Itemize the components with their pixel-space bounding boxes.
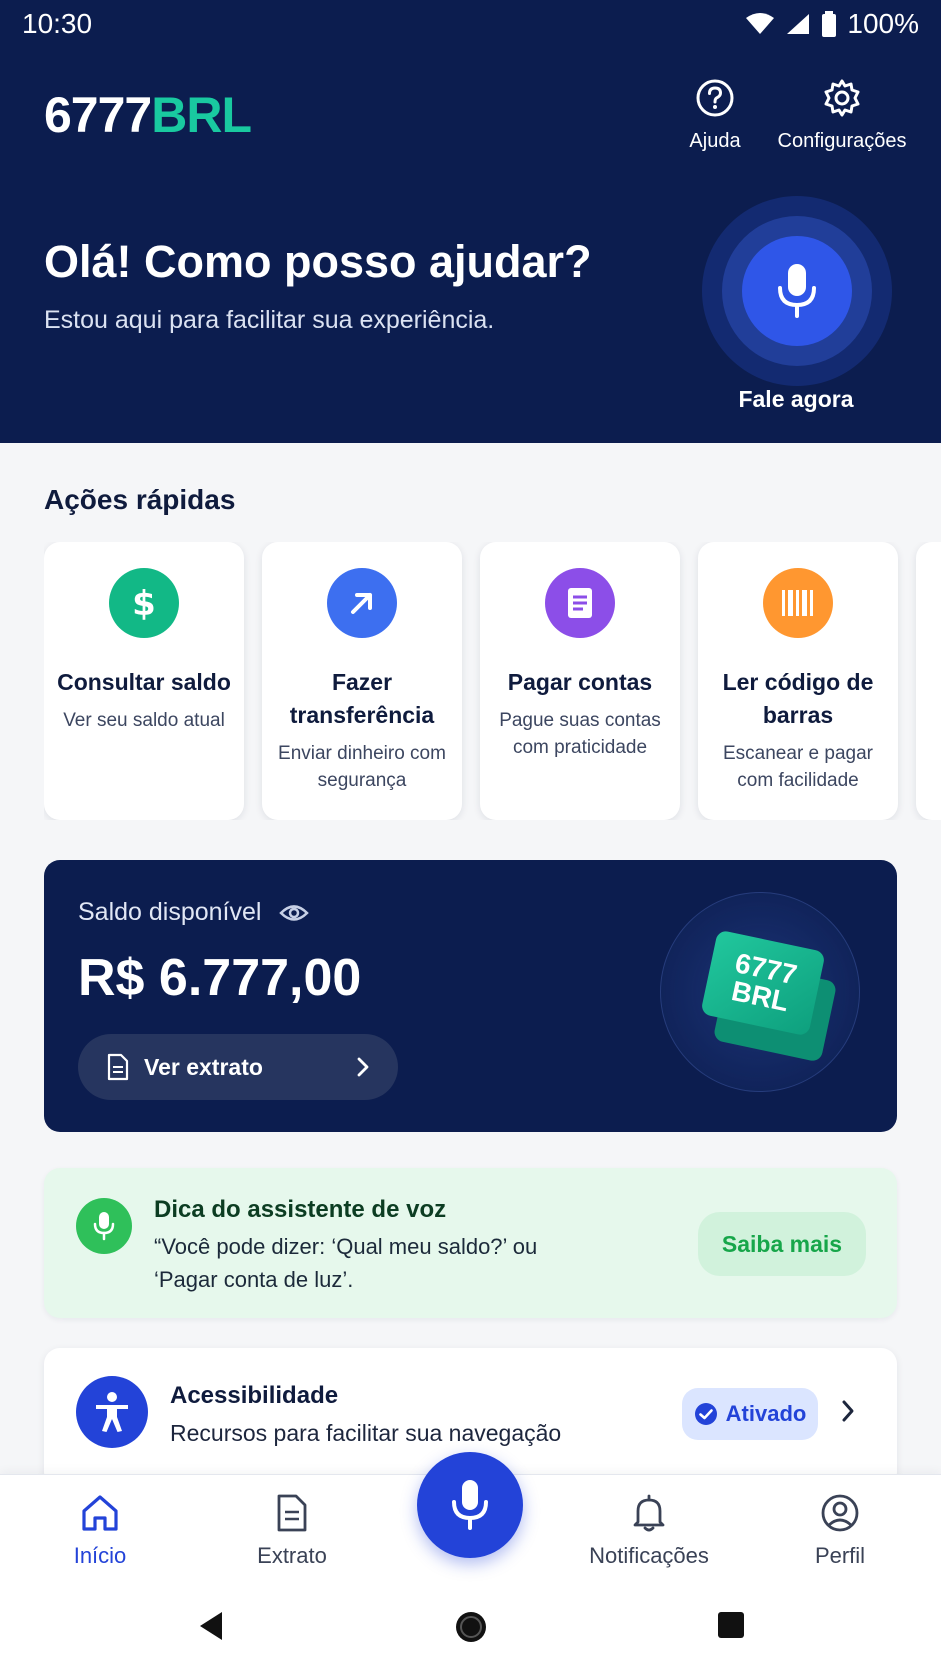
quick-actions-carousel[interactable]: $ Consultar saldo Ver seu saldo atual Fa… <box>44 542 941 820</box>
card-description: Ver seu saldo atual <box>63 710 225 731</box>
eye-icon[interactable] <box>279 902 310 924</box>
nav-voice-button[interactable] <box>417 1452 523 1558</box>
gear-icon <box>824 79 860 117</box>
quick-actions-title: Ações rápidas <box>44 484 236 515</box>
logo-number: 6777 <box>44 87 152 143</box>
help-icon <box>696 79 734 117</box>
quick-action-barcode[interactable]: Ler código de barras Escanear e pagar co… <box>698 542 898 820</box>
logo-currency: BRL <box>151 87 252 143</box>
dollar-icon: $ <box>109 568 179 638</box>
settings-label: Configurações <box>777 130 907 152</box>
microphone-icon <box>452 1480 488 1530</box>
settings-button[interactable]: Configurações <box>772 78 912 153</box>
greeting-subtitle: Estou aqui para facilitar sua experiênci… <box>44 306 495 334</box>
quick-action-check-balance[interactable]: $ Consultar saldo Ver seu saldo atual <box>44 542 244 820</box>
document-icon <box>107 1053 129 1081</box>
nav-item-profile[interactable]: Perfil <box>780 1493 900 1569</box>
home-icon <box>82 1495 118 1531</box>
card-title: Fazer transferência <box>289 669 435 728</box>
back-icon[interactable] <box>196 1610 226 1642</box>
card-description: Escanear e pagar com facilidade <box>723 743 873 791</box>
voice-tip-card: Dica do assistente de voz “Você pode diz… <box>44 1168 897 1318</box>
accessibility-title: Acessibilidade <box>170 1382 339 1409</box>
voice-button-label: Fale agora <box>738 386 854 412</box>
check-circle-icon <box>694 1403 717 1425</box>
quick-action-transfer[interactable]: Fazer transferência Enviar dinheiro com … <box>262 542 462 820</box>
accessibility-status-badge: Ativado <box>682 1388 818 1440</box>
microphone-icon <box>76 1198 132 1254</box>
view-statement-button[interactable]: Ver extrato <box>78 1034 398 1100</box>
app-header: 10:30 100% 6777BRL Ajuda Configurações O… <box>0 0 941 443</box>
chevron-right-icon <box>357 1057 369 1077</box>
card-title: Ler código de barras <box>722 669 874 728</box>
nav-label-home: Início <box>73 1543 127 1568</box>
battery-icon <box>822 11 837 37</box>
bell-icon <box>633 1494 665 1532</box>
balance-value: R$ 6.777,00 <box>78 949 362 1007</box>
brand-logo: 6777BRL <box>44 86 252 144</box>
signal-icon <box>787 14 810 34</box>
card-description: Pague suas contas com praticidade <box>499 710 661 758</box>
balance-label-row: Saldo disponível <box>78 898 310 927</box>
voice-assistant-button[interactable] <box>742 236 852 346</box>
microphone-icon <box>778 264 816 318</box>
status-time: 10:30 <box>22 8 93 39</box>
quick-action-pay-bills[interactable]: Pagar contas Pague suas contas com prati… <box>480 542 680 820</box>
greeting-title: Olá! Como posso ajudar? <box>44 236 592 287</box>
wifi-icon <box>746 13 775 34</box>
quick-action-next-peek[interactable] <box>916 542 941 820</box>
accessibility-icon <box>76 1376 148 1448</box>
accessibility-status-label: Ativado <box>725 1401 807 1426</box>
profile-icon <box>821 1494 859 1532</box>
voice-tip-title: Dica do assistente de voz <box>154 1196 447 1223</box>
nav-item-home[interactable]: Início <box>40 1493 160 1569</box>
view-statement-label: Ver extrato <box>144 1053 263 1080</box>
nav-label-statement: Extrato <box>257 1543 327 1568</box>
help-label: Ajuda <box>689 130 741 152</box>
voice-tip-text: “Você pode dizer: ‘Qual meu saldo?’ ou ‘… <box>154 1234 538 1292</box>
svg-text:$: $ <box>132 584 156 623</box>
status-indicators: 100% <box>745 8 919 40</box>
nav-label-notifications: Notificações <box>589 1543 709 1568</box>
accessibility-subtitle: Recursos para facilitar sua navegação <box>170 1420 562 1446</box>
nav-item-statement[interactable]: Extrato <box>232 1493 352 1569</box>
card-description: Enviar dinheiro com segurança <box>278 743 446 791</box>
battery-level: 100% <box>847 8 919 39</box>
nav-item-notifications[interactable]: Notificações <box>574 1493 724 1569</box>
barcode-icon <box>763 568 833 638</box>
card-title: Consultar saldo <box>57 669 231 695</box>
home-circle-icon[interactable] <box>454 1610 488 1644</box>
chevron-right-icon <box>842 1400 854 1422</box>
document-icon <box>545 568 615 638</box>
nav-label-profile: Perfil <box>814 1543 866 1568</box>
status-bar: 10:30 100% <box>0 0 941 50</box>
learn-more-button[interactable]: Saiba mais <box>698 1212 866 1276</box>
arrow-up-right-icon <box>327 568 397 638</box>
card-title: Pagar contas <box>507 669 653 695</box>
document-icon <box>277 1494 307 1532</box>
recents-icon[interactable] <box>716 1610 746 1640</box>
balance-label: Saldo disponível <box>78 898 262 926</box>
help-button[interactable]: Ajuda <box>680 78 750 153</box>
system-navigation-bar <box>0 1584 941 1672</box>
balance-card: Saldo disponível R$ 6.777,00 Ver extrato… <box>44 860 897 1132</box>
